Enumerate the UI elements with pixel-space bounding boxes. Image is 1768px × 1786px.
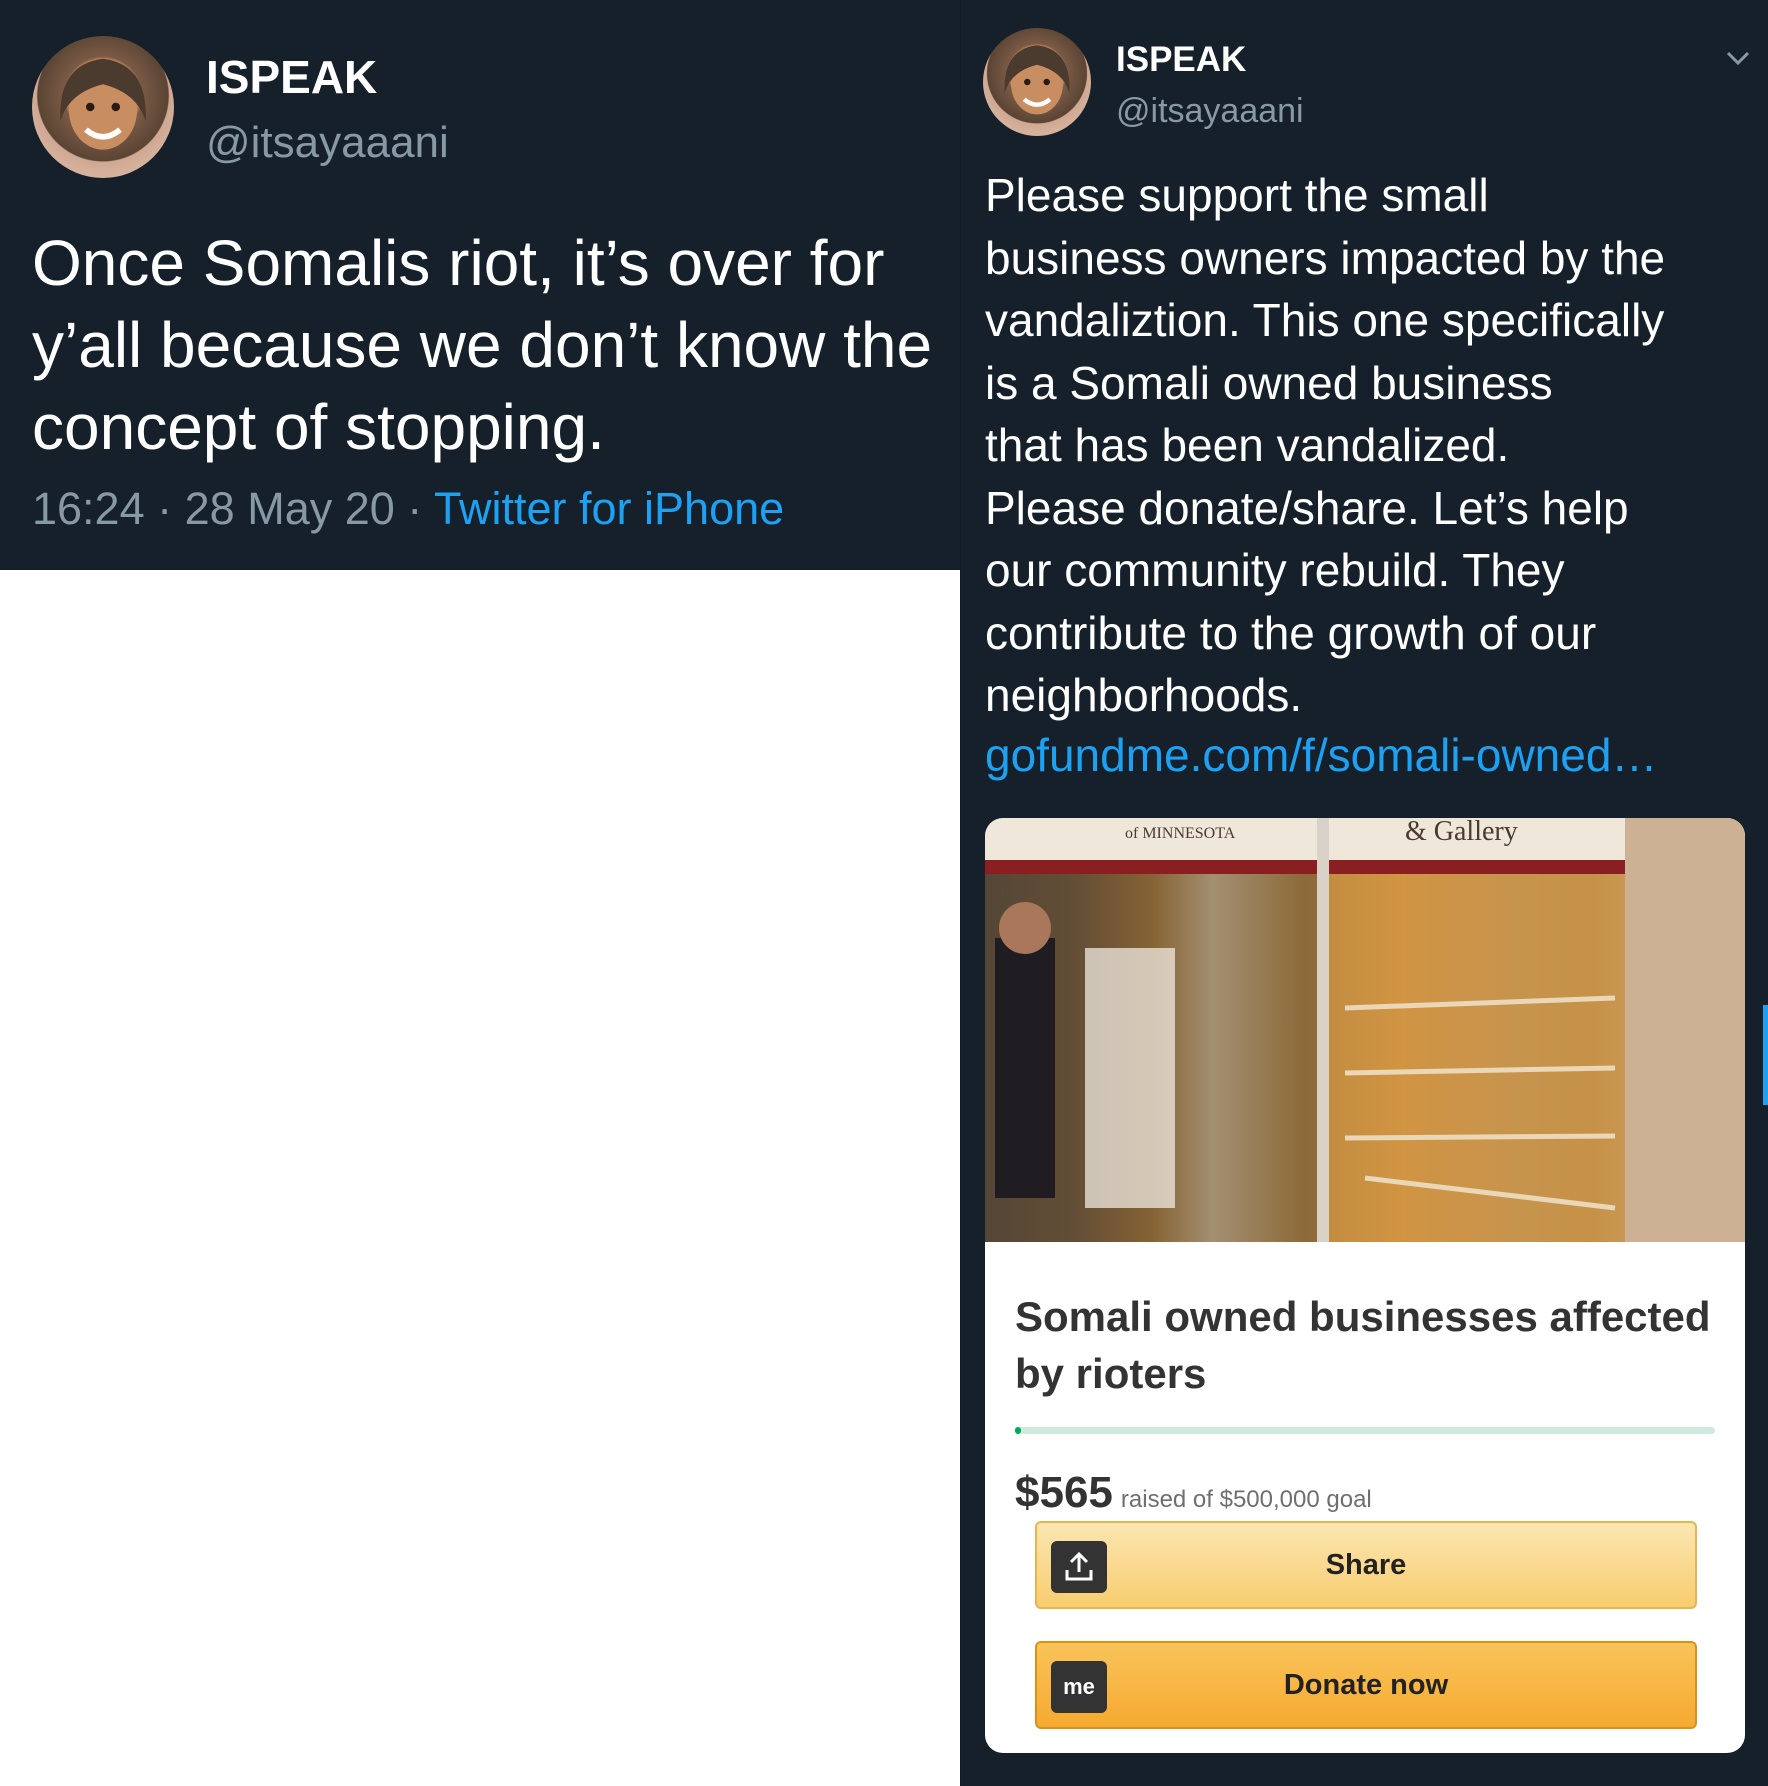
avatar[interactable] [32, 36, 174, 178]
chevron-down-icon[interactable] [1726, 40, 1750, 74]
share-button-label: Share [1325, 1549, 1407, 1581]
tweet-meta: 16:24 · 28 May 20 · Twitter for iPhone [32, 483, 784, 535]
tweet-line: vandaliztion. This one specifically [985, 294, 1665, 346]
gofundme-link[interactable]: gofundme.com/f/somali-owned… [985, 728, 1657, 782]
tweet-line: business owners impacted by the [985, 231, 1666, 284]
campaign-title[interactable]: Somali owned businesses affected by riot… [1015, 1288, 1715, 1402]
profile-photo-icon [60, 58, 146, 150]
campaign-title-line: by rioters [1015, 1350, 1207, 1397]
fundraising-progress-bar [1015, 1427, 1715, 1434]
tweet-line: contribute to the growth of our [985, 606, 1597, 659]
tweet-line: that has been vandalized. [985, 419, 1510, 471]
storefront-photo: of MINNESOTA & Gallery [985, 818, 1745, 1242]
tweet-line: Once Somalis riot, it’s over for [32, 227, 885, 299]
photo-sign-left: of MINNESOTA [1125, 825, 1236, 842]
vandalized-storefront-image: of MINNESOTA & Gallery [985, 818, 1745, 1242]
donate-now-button[interactable]: me Donate now [1035, 1641, 1697, 1729]
share-button[interactable]: Share [1035, 1521, 1697, 1609]
meta-separator: · [157, 483, 173, 534]
donate-button-label: Donate now [1283, 1669, 1449, 1701]
display-name[interactable]: ISPEAK [1116, 40, 1246, 80]
tweet-line: Please support the small [985, 169, 1489, 221]
photo-sign-right: & Gallery [1405, 818, 1518, 847]
tweet-left: ISPEAK @itsayaaani Once Somalis riot, it… [0, 0, 960, 570]
raised-goal-text: raised of $500,000 goal [1120, 1486, 1372, 1513]
tweet-body: Once Somalis riot, it’s over for y’all b… [32, 222, 932, 468]
avatar[interactable] [983, 28, 1091, 136]
display-name[interactable]: ISPEAK [206, 50, 377, 104]
tweet-line: neighborhoods. [985, 669, 1303, 721]
tweet-time[interactable]: 16:24 [32, 483, 145, 534]
tweet-right: ISPEAK @itsayaaani Please support the sm… [960, 0, 1768, 1786]
raised-amount: $565 [1015, 1468, 1113, 1517]
progress-fill [1015, 1427, 1021, 1434]
tweet-date[interactable]: 28 May 20 [185, 483, 395, 534]
profile-photo-icon [1004, 45, 1070, 115]
campaign-title-line: Somali owned businesses affected [1015, 1293, 1711, 1340]
link-preview-card[interactable]: of MINNESOTA & Gallery Somali owned busi… [985, 818, 1745, 1753]
tweet-line: concept of stopping. [32, 391, 605, 463]
tweet-body: Please support the small business owners… [985, 164, 1665, 727]
handle[interactable]: @itsayaaani [1116, 92, 1304, 131]
tweet-line: is a Somali owned business [985, 356, 1553, 409]
handle[interactable]: @itsayaaani [206, 118, 449, 168]
tweet-line: y’all because we don’t know the [32, 309, 933, 381]
meta-separator: · [407, 483, 423, 534]
tweet-line: Please donate/share. Let’s help [985, 481, 1629, 534]
tweet-source-link[interactable]: Twitter for iPhone [434, 483, 784, 534]
amount-raised: $565 raised of $500,000 goal [1015, 1468, 1372, 1518]
scrollbar[interactable] [1763, 1005, 1768, 1105]
tweet-line: our community rebuild. They [985, 544, 1565, 596]
